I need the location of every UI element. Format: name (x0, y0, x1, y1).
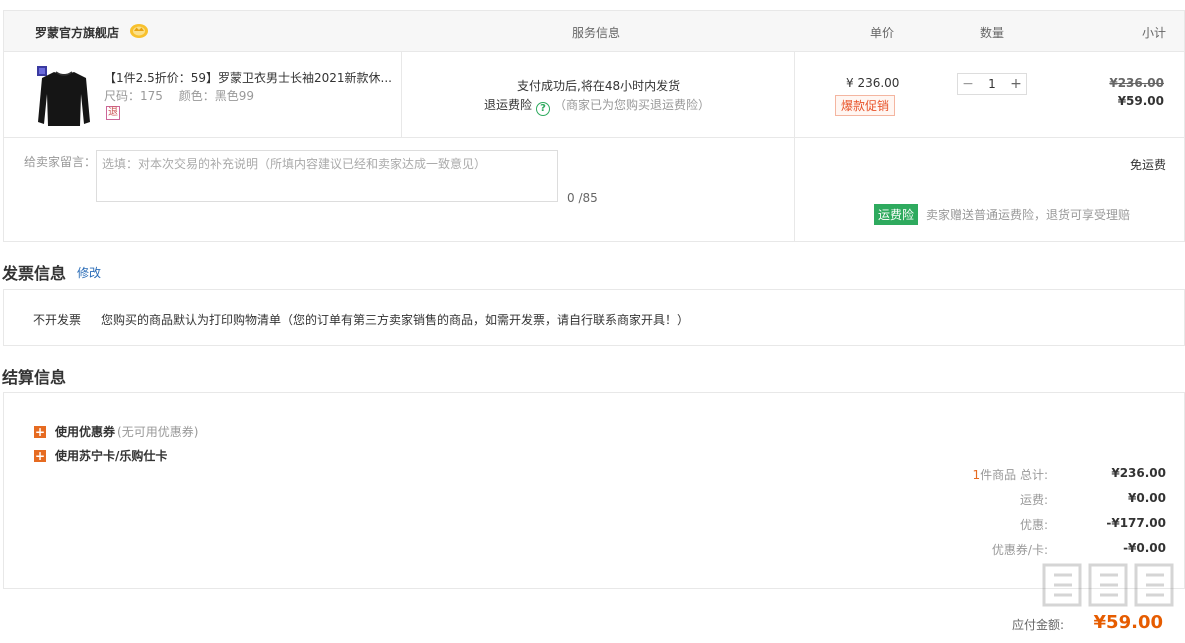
summary-voucher-value: -¥0.00 (1123, 541, 1166, 555)
message-label: 给卖家留言： (24, 155, 97, 169)
summary-discount-label: 优惠: (1019, 518, 1048, 532)
item-count-label: 件商品 总计: (980, 468, 1048, 482)
promo-badge: 爆款促销 (835, 95, 896, 116)
original-subtotal: ¥236.00 (1109, 76, 1164, 90)
order-item: 【1件2.5折价：59】罗蒙卫衣男士长袖2021新款休... 尺码：175 颜色… (3, 52, 1185, 242)
shipping-insurance-badge: 运费险 (874, 204, 919, 225)
summary-voucher-label: 优惠券/卡: (991, 543, 1048, 557)
store-header: 罗蒙官方旗舰店 服务信息 单价 数量 小计 (3, 10, 1185, 52)
item-count: 1 (972, 468, 981, 482)
summary-shipping-label: 运费: (1019, 493, 1048, 507)
unit-price: ¥ 236.00 (846, 76, 900, 90)
spec-color: 颜色：黑色99 (178, 89, 255, 103)
return-badge: 退 (106, 106, 120, 120)
watermark-logo (1042, 563, 1174, 607)
expand-plus-icon: + (34, 424, 46, 439)
use-card-toggle[interactable]: + 使用苏宁卡/乐购仕卡 (34, 447, 167, 464)
coupon-sub: (无可用优惠券) (117, 425, 199, 439)
return-insurance-label: 退运费险 (484, 98, 533, 112)
card-label: 使用苏宁卡/乐购仕卡 (55, 449, 168, 463)
invoice-edit-link[interactable]: 修改 (77, 264, 101, 281)
quantity-stepper: − + (957, 73, 1027, 95)
divider (794, 52, 795, 242)
minus-icon[interactable]: − (958, 74, 978, 94)
summary-shipping-value: ¥0.00 (1128, 491, 1166, 505)
quantity-input[interactable] (978, 74, 1006, 94)
product-thumbnail[interactable] (34, 64, 94, 130)
plus-icon[interactable]: + (1006, 74, 1026, 94)
sale-subtotal: ¥59.00 (1117, 94, 1164, 108)
payable-amount: ¥59.00 (1093, 612, 1163, 633)
summary-shipping-row: 运费: ¥0.00 (904, 491, 1166, 507)
product-spec: 尺码：175 颜色：黑色99 (104, 87, 266, 104)
divider (4, 137, 1185, 138)
return-insurance-note: （商家已为您购买退运费险） (554, 98, 711, 112)
message-char-count: 0 /85 (567, 191, 598, 205)
settlement-title: 结算信息 (2, 368, 67, 387)
shipping-promise: 支付成功后,将在48小时内发货 (517, 79, 681, 93)
use-coupon-toggle[interactable]: + 使用优惠券 (无可用优惠券) (34, 423, 198, 440)
column-unit-price: 单价 (870, 26, 895, 40)
summary-voucher-row: 优惠券/卡: -¥0.00 (904, 541, 1166, 557)
column-subtotal: 小计 (1142, 26, 1167, 40)
summary-total-row: 1件商品 总计: ¥236.00 (904, 466, 1167, 483)
invoice-box: 不开发票 您购买的商品默认为打印购物清单（您的订单有第三方卖家销售的商品，如需开… (3, 289, 1185, 346)
invoice-title: 发票信息 (2, 264, 67, 283)
spec-size: 尺码：175 (104, 89, 163, 103)
settlement-box: + 使用优惠券 (无可用优惠券) + 使用苏宁卡/乐购仕卡 1件商品 总计: ¥… (3, 392, 1185, 589)
seller-message-input[interactable] (96, 150, 558, 202)
summary-discount-value: -¥177.00 (1106, 516, 1166, 530)
store-name[interactable]: 罗蒙官方旗舰店 (35, 24, 119, 41)
product-title-link[interactable]: 【1件2.5折价：59】罗蒙卫衣男士长袖2021新款休... (104, 69, 394, 86)
summary-total-value: ¥236.00 (1111, 466, 1166, 480)
invoice-type: 不开发票 (33, 313, 82, 327)
question-help-icon[interactable]: ? (536, 102, 551, 116)
gold-crown-icon (130, 24, 148, 38)
summary-discount-row: 优惠: -¥177.00 (904, 516, 1166, 532)
expand-plus-icon: + (34, 448, 46, 463)
column-quantity: 数量 (980, 26, 1005, 40)
divider (401, 52, 402, 137)
free-shipping-label: 免运费 (1129, 158, 1166, 172)
coupon-label: 使用优惠券 (55, 425, 116, 439)
summary-total-label: 1件商品 总计: (973, 466, 1049, 483)
payable-label: 应付金额: (1012, 618, 1065, 632)
column-service: 服务信息 (572, 26, 621, 40)
return-insurance-line: 退运费险? （商家已为您购买退运费险） (484, 96, 710, 116)
invoice-description: 您购买的商品默认为打印购物清单（您的订单有第三方卖家销售的商品，如需开发票，请自… (101, 313, 690, 327)
shipping-insurance-note: 卖家赠送普通运费险，退货可享受理赔 (926, 208, 1131, 222)
